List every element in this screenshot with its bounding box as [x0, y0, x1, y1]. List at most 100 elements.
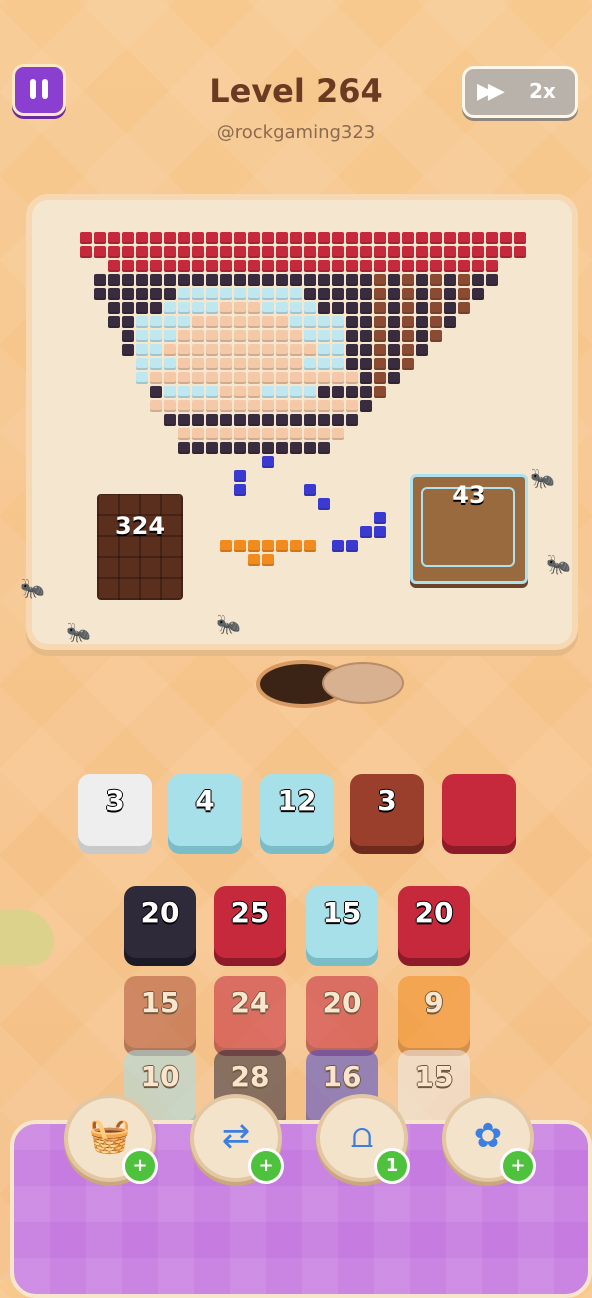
pixel-cell [346, 274, 358, 286]
pixel-cell [262, 414, 274, 426]
slot-5[interactable] [442, 774, 516, 846]
flower-bomb-button[interactable]: ✿ + [442, 1094, 536, 1184]
pixel-cell [164, 330, 176, 342]
pixel-cell [220, 274, 232, 286]
pixel-cell [416, 316, 428, 328]
pixel-cell [192, 344, 204, 356]
pixel-cell [178, 316, 190, 328]
pixel-cell [444, 288, 456, 300]
pixel-cell [178, 330, 190, 342]
pixel-cell [430, 316, 442, 328]
pixel-cell [220, 428, 232, 440]
pixel-cell [122, 274, 134, 286]
slot-1[interactable]: 3 [78, 774, 152, 846]
pixel-cell [178, 386, 190, 398]
pixel-cell [318, 428, 330, 440]
crate-count: 43 [452, 481, 486, 509]
pixel-cell [234, 246, 246, 258]
pixel-cell [220, 540, 232, 552]
tile[interactable]: 15 [306, 886, 378, 958]
magnet-claw-button[interactable]: ⩍ 1 [316, 1094, 410, 1184]
pixel-cell [122, 288, 134, 300]
pixel-cell [360, 344, 372, 356]
pixel-cell [108, 274, 120, 286]
tile[interactable]: 20 [124, 886, 196, 958]
pixel-cell [150, 330, 162, 342]
pixel-cell [248, 232, 260, 244]
pixel-cell [164, 302, 176, 314]
pixel-cell [388, 372, 400, 384]
pixel-cell [234, 316, 246, 328]
pixel-cell [234, 442, 246, 454]
pixel-cell [276, 386, 288, 398]
pixel-cell [416, 330, 428, 342]
pixel-cell [122, 344, 134, 356]
pixel-cell [276, 344, 288, 356]
speed-button[interactable]: ▶▶ 2x [462, 66, 578, 118]
add-box-button[interactable]: 🧺 + [64, 1094, 158, 1184]
pixel-cell [304, 232, 316, 244]
pixel-cell [388, 246, 400, 258]
pixel-cell [416, 274, 428, 286]
pixel-cell [248, 330, 260, 342]
pixel-cell [332, 246, 344, 258]
shuffle-button[interactable]: ⇄ + [190, 1094, 284, 1184]
pixel-cell [136, 330, 148, 342]
tile[interactable]: 9 [398, 976, 470, 1048]
slot-3[interactable]: 12 [260, 774, 334, 846]
pixel-cell [444, 316, 456, 328]
pixel-cell [178, 372, 190, 384]
pixel-cell [234, 330, 246, 342]
pixel-cell [108, 232, 120, 244]
pixel-cell [122, 246, 134, 258]
pixel-cell [262, 344, 274, 356]
pixel-cell [360, 526, 372, 538]
pixel-cell [248, 386, 260, 398]
pixel-cell [164, 246, 176, 258]
tile[interactable]: 20 [306, 976, 378, 1048]
pixel-cell [332, 260, 344, 272]
tile[interactable]: 25 [214, 886, 286, 958]
tile[interactable]: 24 [214, 976, 286, 1048]
pixel-cell [248, 554, 260, 566]
slot-2[interactable]: 4 [168, 774, 242, 846]
ant-icon: 🐜 [20, 576, 45, 600]
pixel-cell [234, 470, 246, 482]
pixel-cell [360, 372, 372, 384]
pixel-cell [220, 442, 232, 454]
pixel-cell [136, 274, 148, 286]
slot-4[interactable]: 3 [350, 774, 424, 846]
tile-value: 15 [322, 896, 362, 929]
pixel-cell [360, 260, 372, 272]
pixel-cell [248, 260, 260, 272]
pixel-cell [108, 288, 120, 300]
pixel-cell [346, 400, 358, 412]
pixel-cell [206, 288, 218, 300]
pixel-cell [374, 386, 386, 398]
pixel-cell [332, 232, 344, 244]
pixel-cell [304, 372, 316, 384]
tile-value: 16 [322, 1060, 362, 1093]
pixel-cell [290, 316, 302, 328]
pixel-cell [206, 414, 218, 426]
pixel-cell [192, 246, 204, 258]
pixel-cell [458, 232, 470, 244]
pixel-cell [234, 288, 246, 300]
pixel-cell [402, 302, 414, 314]
pixel-cell [486, 274, 498, 286]
pixel-cell [304, 316, 316, 328]
pixel-cell [178, 358, 190, 370]
ant-icon: 🐜 [530, 466, 555, 490]
pixel-cell [276, 316, 288, 328]
pixel-cell [332, 386, 344, 398]
pixel-cell [80, 246, 92, 258]
pixel-cell [234, 428, 246, 440]
pixel-cell [248, 302, 260, 314]
pixel-cell [402, 260, 414, 272]
pixel-cell [150, 302, 162, 314]
pixel-cell [178, 246, 190, 258]
tile[interactable]: 15 [124, 976, 196, 1048]
tile[interactable]: 20 [398, 886, 470, 958]
creator-handle: @rockgaming323 [216, 122, 376, 143]
pixel-cell [262, 232, 274, 244]
